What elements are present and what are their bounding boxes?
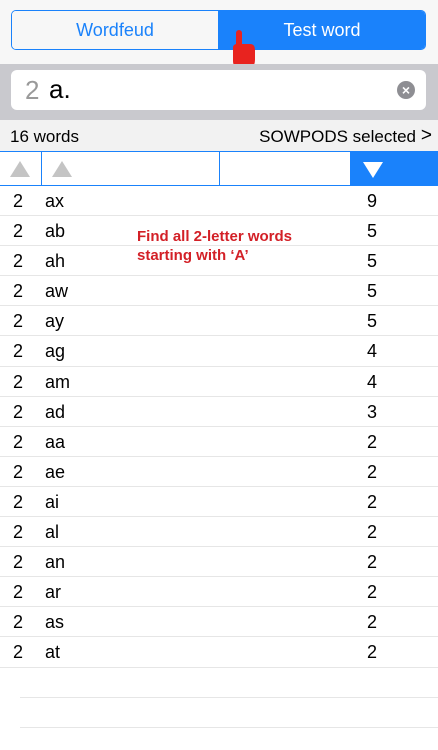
divider xyxy=(20,697,438,698)
search-input[interactable]: 2 a. × xyxy=(11,70,426,110)
tab-wordfeud[interactable]: Wordfeud xyxy=(12,11,219,49)
word-score: 2 xyxy=(367,522,378,543)
search-bar: 2 a. × xyxy=(0,64,438,120)
table-row[interactable]: 2 as 2 xyxy=(0,607,438,638)
word-length: 2 xyxy=(13,371,24,392)
word-score: 4 xyxy=(367,341,378,362)
sort-score-column[interactable] xyxy=(351,152,438,186)
word-score: 5 xyxy=(367,251,378,272)
word-text: ai xyxy=(45,491,60,512)
word-text: ah xyxy=(45,251,66,272)
word-text: ae xyxy=(45,461,66,482)
word-score: 5 xyxy=(367,281,378,302)
word-length: 2 xyxy=(13,281,24,302)
table-row[interactable]: 2 am 4 xyxy=(0,367,438,397)
word-length: 2 xyxy=(13,522,24,543)
word-score: 5 xyxy=(367,221,378,242)
table-row[interactable]: 2 ad 3 xyxy=(0,397,438,427)
table-row[interactable]: 2 ai 2 xyxy=(0,487,438,518)
clear-circle-icon[interactable]: × xyxy=(397,81,415,99)
table-row[interactable]: 2 aw 5 xyxy=(0,276,438,307)
sort-word-column[interactable] xyxy=(42,152,220,186)
word-text: ax xyxy=(45,191,65,211)
table-row[interactable]: 2 ax 9 xyxy=(0,186,438,217)
word-score: 5 xyxy=(367,311,378,332)
word-text: at xyxy=(45,642,61,663)
table-row[interactable]: 2 an 2 xyxy=(0,547,438,578)
word-score: 4 xyxy=(367,371,378,392)
word-text: ay xyxy=(45,311,65,332)
word-count: 16 words xyxy=(10,127,79,146)
tutorial-annotation: Find all 2-letter words starting with ‘A… xyxy=(137,228,293,264)
dictionary-selector[interactable]: SOWPODS selected xyxy=(259,127,416,147)
sort-ascending-icon xyxy=(52,161,72,177)
word-length: 2 xyxy=(13,221,24,242)
table-row[interactable]: 2 ag 4 xyxy=(0,336,438,367)
word-score: 2 xyxy=(367,582,378,603)
word-text: ab xyxy=(45,221,66,242)
word-length: 2 xyxy=(13,341,24,362)
chevron-right-icon[interactable]: > xyxy=(421,125,432,147)
word-text: ar xyxy=(45,582,62,603)
word-text: an xyxy=(45,552,66,573)
word-text: aw xyxy=(45,281,69,302)
word-length: 2 xyxy=(13,401,24,422)
word-score: 2 xyxy=(367,431,378,452)
table-row[interactable]: 2 ay 5 xyxy=(0,306,438,337)
word-score: 2 xyxy=(367,642,378,663)
word-length: 2 xyxy=(13,612,24,633)
word-length: 2 xyxy=(13,251,24,272)
word-length: 2 xyxy=(13,642,24,663)
word-length: 2 xyxy=(13,461,24,482)
word-score: 2 xyxy=(367,491,378,512)
table-header xyxy=(0,152,438,186)
table-row[interactable]: 2 aa 2 xyxy=(0,427,438,457)
word-score: 2 xyxy=(367,552,378,573)
sort-ascending-icon xyxy=(10,161,30,177)
table-row[interactable]: 2 ar 2 xyxy=(0,577,438,608)
word-text: al xyxy=(45,522,60,543)
top-bar: Wordfeud Test word xyxy=(0,0,438,71)
word-length: 2 xyxy=(13,431,24,452)
word-length: 2 xyxy=(13,491,24,512)
word-score: 2 xyxy=(367,461,378,482)
sort-descending-icon xyxy=(363,162,383,178)
results-summary-bar: 16 words SOWPODS selected > xyxy=(0,120,438,152)
blank-column-header[interactable] xyxy=(220,152,351,186)
search-pattern[interactable]: a. xyxy=(49,74,71,105)
word-length: 2 xyxy=(13,552,24,573)
table-row[interactable]: 2 ae 2 xyxy=(0,457,438,487)
word-score: 2 xyxy=(367,612,378,633)
word-length-value[interactable]: 2 xyxy=(25,75,39,106)
word-score: 9 xyxy=(367,191,378,211)
word-score: 3 xyxy=(367,401,378,422)
word-length: 2 xyxy=(13,582,24,603)
word-length: 2 xyxy=(13,311,24,332)
table-row[interactable]: 2 al 2 xyxy=(0,517,438,548)
word-length: 2 xyxy=(13,191,24,211)
word-text: aa xyxy=(45,431,66,452)
mode-segmented-control: Wordfeud Test word xyxy=(11,10,426,50)
table-row[interactable]: 2 at 2 xyxy=(0,637,438,668)
divider xyxy=(20,727,438,728)
word-text: ag xyxy=(45,341,66,362)
word-text: ad xyxy=(45,401,66,422)
word-text: as xyxy=(45,612,65,633)
sort-length-column[interactable] xyxy=(0,152,42,186)
word-text: am xyxy=(45,371,71,392)
